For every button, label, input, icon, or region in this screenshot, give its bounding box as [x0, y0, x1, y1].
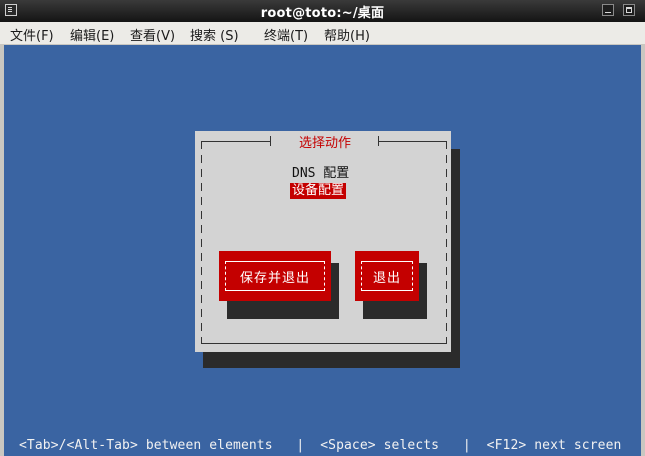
window-titlebar: root@toto:~/桌面	[0, 0, 645, 22]
dialog-title: 选择动作	[298, 136, 351, 151]
menu-terminal[interactable]: 终端(T)	[264, 25, 308, 44]
status-line: <Tab>/<Alt-Tab> between elements | <Spac…	[19, 438, 622, 453]
dialog-title-mark-left	[270, 136, 271, 146]
option-device-config[interactable]: 设备配置	[290, 183, 347, 199]
dialog-frame-left	[201, 141, 202, 344]
terminal-left-edge	[0, 45, 4, 456]
save-and-quit-button[interactable]: 保存并退出	[219, 251, 331, 301]
save-and-quit-label: 保存并退出	[239, 270, 310, 286]
quit-button[interactable]: 退出	[355, 251, 419, 301]
menu-view[interactable]: 查看(V)	[130, 25, 175, 44]
window-title: root@toto:~/桌面	[260, 6, 385, 21]
maximize-icon[interactable]	[623, 4, 635, 16]
menu-edit[interactable]: 编辑(E)	[70, 25, 114, 44]
menu-file[interactable]: 文件(F)	[10, 25, 54, 44]
dialog-title-mark-right	[378, 136, 379, 146]
dialog-frame-right	[446, 141, 447, 344]
dialog-frame-bottom	[201, 343, 447, 344]
menu-help[interactable]: 帮助(H)	[324, 25, 370, 44]
menu-bar: 文件(F) 编辑(E) 查看(V) 搜索 (S) 终端(T) 帮助(H)	[0, 22, 645, 45]
quit-label: 退出	[372, 270, 401, 286]
menu-search[interactable]: 搜索 (S)	[190, 25, 239, 44]
minimize-icon[interactable]	[602, 4, 614, 16]
terminal-right-edge[interactable]	[641, 45, 645, 456]
option-dns-config[interactable]: DNS 配置	[292, 166, 349, 182]
